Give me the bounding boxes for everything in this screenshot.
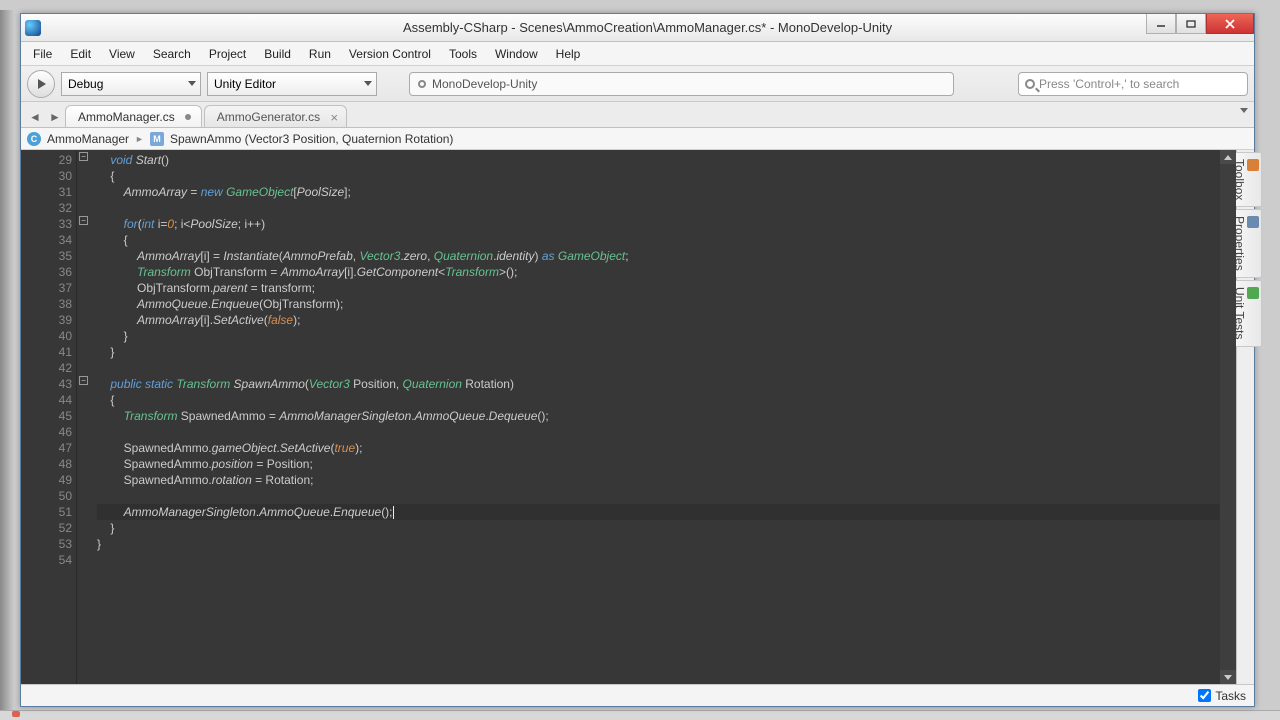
menu-view[interactable]: View bbox=[101, 44, 143, 64]
nav-forward-button[interactable]: ► bbox=[47, 107, 63, 127]
class-icon: C bbox=[27, 132, 41, 146]
play-icon bbox=[38, 79, 46, 89]
side-panel-tabs: ToolboxPropertiesUnit Tests bbox=[1236, 150, 1254, 684]
line-gutter: 2930313233343536373839404142434445464748… bbox=[21, 150, 77, 684]
toolbox-icon bbox=[1247, 159, 1259, 171]
menu-version-control[interactable]: Version Control bbox=[341, 44, 439, 64]
code-editor[interactable]: 2930313233343536373839404142434445464748… bbox=[21, 150, 1236, 684]
close-tab-button[interactable]: × bbox=[330, 110, 338, 125]
scroll-down-button[interactable] bbox=[1220, 670, 1236, 684]
menu-file[interactable]: File bbox=[25, 44, 60, 64]
breadcrumb: C AmmoManager ► M SpawnAmmo (Vector3 Pos… bbox=[21, 128, 1254, 150]
nav-back-button[interactable]: ◄ bbox=[27, 107, 43, 127]
dirty-indicator-icon bbox=[185, 114, 191, 120]
config-value: Debug bbox=[68, 77, 103, 91]
menu-window[interactable]: Window bbox=[487, 44, 546, 64]
tab-ammogenerator-cs[interactable]: AmmoGenerator.cs × bbox=[204, 105, 347, 127]
menu-help[interactable]: Help bbox=[548, 44, 589, 64]
tab-ammomanager-cs[interactable]: AmmoManager.cs bbox=[65, 105, 202, 127]
chevron-down-icon bbox=[188, 81, 196, 86]
minimize-button[interactable] bbox=[1146, 14, 1176, 34]
vertical-scrollbar[interactable] bbox=[1220, 150, 1236, 684]
breadcrumb-method[interactable]: SpawnAmmo (Vector3 Position, Quaternion … bbox=[170, 132, 453, 146]
tab-label: AmmoGenerator.cs bbox=[217, 110, 320, 124]
scroll-up-button[interactable] bbox=[1220, 150, 1236, 164]
chevron-down-icon bbox=[364, 81, 372, 86]
tasks-label: Tasks bbox=[1215, 689, 1246, 703]
app-icon bbox=[25, 20, 41, 36]
properties-icon bbox=[1247, 216, 1259, 228]
menu-tools[interactable]: Tools bbox=[441, 44, 485, 64]
target-icon bbox=[418, 80, 426, 88]
fold-toggle[interactable]: − bbox=[79, 376, 88, 385]
tab-overflow-button[interactable] bbox=[1240, 108, 1248, 113]
fold-toggle[interactable]: − bbox=[79, 216, 88, 225]
toolbar: Debug Unity Editor MonoDevelop-Unity Pre… bbox=[21, 66, 1254, 102]
menu-edit[interactable]: Edit bbox=[62, 44, 99, 64]
close-button[interactable] bbox=[1206, 14, 1254, 34]
status-text: MonoDevelop-Unity bbox=[432, 77, 537, 91]
status-box: MonoDevelop-Unity bbox=[409, 72, 954, 96]
tab-label: AmmoManager.cs bbox=[78, 110, 175, 124]
target-dropdown[interactable]: Unity Editor bbox=[207, 72, 377, 96]
maximize-button[interactable] bbox=[1176, 14, 1206, 34]
menu-search[interactable]: Search bbox=[145, 44, 199, 64]
fold-toggle[interactable]: − bbox=[79, 152, 88, 161]
menu-build[interactable]: Build bbox=[256, 44, 299, 64]
titlebar: Assembly-CSharp - Scenes\AmmoCreation\Am… bbox=[21, 14, 1254, 42]
tasks-checkbox[interactable] bbox=[1198, 689, 1211, 702]
search-input[interactable]: Press 'Control+,' to search bbox=[1018, 72, 1248, 96]
tab-strip: ◄ ► AmmoManager.cs AmmoGenerator.cs × bbox=[21, 102, 1254, 128]
menubar: FileEditViewSearchProjectBuildRunVersion… bbox=[21, 42, 1254, 66]
status-bar: Tasks bbox=[21, 684, 1254, 706]
target-value: Unity Editor bbox=[214, 77, 276, 91]
search-placeholder: Press 'Control+,' to search bbox=[1039, 77, 1179, 91]
menu-run[interactable]: Run bbox=[301, 44, 339, 64]
menu-project[interactable]: Project bbox=[201, 44, 254, 64]
breadcrumb-separator: ► bbox=[135, 134, 144, 144]
search-icon bbox=[1025, 79, 1035, 89]
window-title: Assembly-CSharp - Scenes\AmmoCreation\Am… bbox=[41, 20, 1254, 35]
method-icon: M bbox=[150, 132, 164, 146]
run-button[interactable] bbox=[27, 70, 55, 98]
breadcrumb-class[interactable]: AmmoManager bbox=[47, 132, 129, 146]
fold-column[interactable]: − − − bbox=[77, 150, 91, 684]
unit-tests-icon bbox=[1247, 287, 1259, 299]
code-area[interactable]: void Start() { AmmoArray = new GameObjec… bbox=[91, 150, 1220, 684]
config-dropdown[interactable]: Debug bbox=[61, 72, 201, 96]
ide-window: Assembly-CSharp - Scenes\AmmoCreation\Am… bbox=[20, 13, 1255, 707]
